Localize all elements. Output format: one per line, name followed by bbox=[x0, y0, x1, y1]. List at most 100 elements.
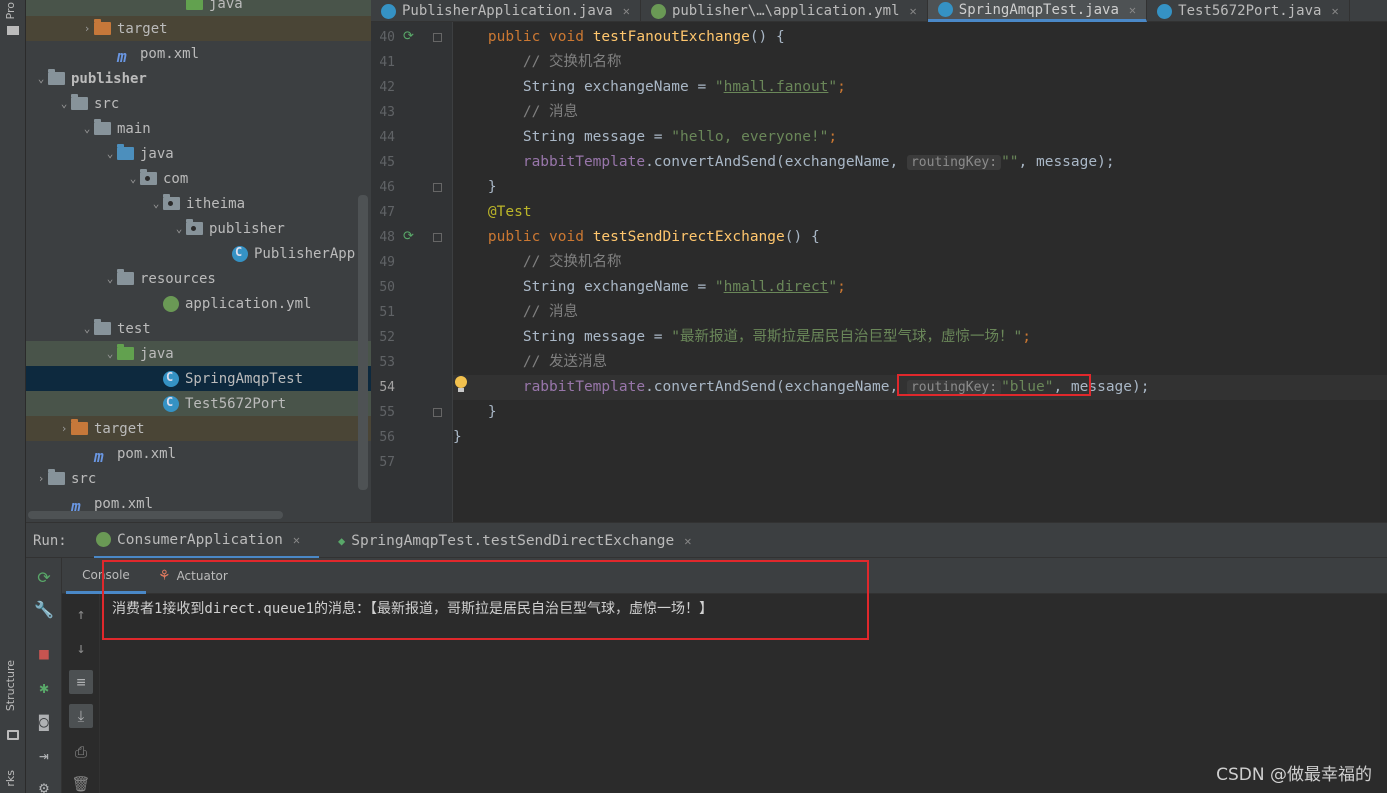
close-icon[interactable]: ✕ bbox=[910, 4, 917, 18]
tree-item[interactable]: ⌄ src bbox=[26, 91, 371, 116]
expand-arrow-icon[interactable]: ⌄ bbox=[103, 272, 117, 285]
code-line-50: String exchangeName = "hmall.direct"; bbox=[522, 279, 846, 295]
tree-scrollbar[interactable] bbox=[358, 195, 368, 490]
tree-item[interactable]: ⌄ main bbox=[26, 116, 371, 141]
close-icon[interactable]: ✕ bbox=[1331, 4, 1338, 18]
run-tab-consumer-application[interactable]: ConsumerApplication ✕ bbox=[94, 523, 319, 559]
tree-item[interactable]: m pom.xml bbox=[26, 441, 371, 467]
tree-item[interactable]: ⌄ itheima bbox=[26, 191, 371, 216]
expand-arrow-icon[interactable]: › bbox=[57, 422, 71, 435]
trash-icon[interactable]: 🗑 bbox=[69, 772, 93, 793]
tree-item-label: application.yml bbox=[185, 295, 312, 312]
folder-icon bbox=[186, 219, 203, 235]
code-line-43: // 消息 bbox=[522, 104, 579, 120]
editor-tab[interactable]: PublisherApplication.java ✕ bbox=[371, 0, 641, 22]
tree-horizontal-scrollbar[interactable] bbox=[28, 511, 283, 519]
rerun-icon[interactable]: ⟳ bbox=[34, 568, 54, 588]
editor-tab[interactable]: SpringAmqpTest.java ✕ bbox=[927, 0, 1148, 22]
expand-arrow-icon[interactable]: ⌄ bbox=[149, 197, 163, 210]
line-number: 56 bbox=[379, 430, 395, 445]
debug-bug-icon[interactable]: ✱ bbox=[34, 678, 54, 698]
tree-item[interactable]: › src bbox=[26, 466, 371, 491]
close-icon[interactable]: ✕ bbox=[684, 534, 691, 548]
run-test-icon[interactable]: ⟳ bbox=[403, 229, 417, 244]
folder-icon bbox=[117, 344, 134, 360]
project-icon[interactable] bbox=[7, 26, 19, 35]
expand-arrow-icon[interactable]: › bbox=[80, 22, 94, 35]
test-run-icon: ◆ bbox=[338, 534, 346, 548]
folder-icon bbox=[117, 144, 134, 160]
expand-arrow-icon[interactable]: ⌄ bbox=[172, 222, 186, 235]
tree-item[interactable]: ⌄ com bbox=[26, 166, 371, 191]
scroll-down-icon[interactable]: ↓ bbox=[69, 636, 93, 660]
project-tool-label[interactable]: Pro bbox=[4, 2, 17, 19]
maven-icon: m bbox=[71, 497, 81, 516]
expand-arrow-icon[interactable]: ⌄ bbox=[57, 97, 71, 110]
folder-icon bbox=[94, 19, 111, 35]
expand-arrow-icon[interactable]: ⌄ bbox=[103, 147, 117, 160]
tree-item-label: pom.xml bbox=[140, 45, 200, 62]
exit-icon[interactable]: ⇥ bbox=[34, 746, 54, 766]
run-test-icon[interactable]: ⟳ bbox=[403, 29, 417, 44]
tree-item[interactable]: java bbox=[26, 0, 371, 16]
maven-icon: m bbox=[94, 447, 104, 466]
fold-marker-icon[interactable] bbox=[433, 233, 442, 242]
lightbulb-icon[interactable] bbox=[454, 376, 468, 394]
structure-tool-label[interactable]: Structure bbox=[4, 660, 17, 711]
code-line-56: } bbox=[453, 429, 462, 445]
fold-marker-icon[interactable] bbox=[433, 183, 442, 192]
tree-item[interactable]: ⌄ java bbox=[26, 141, 371, 166]
tree-item[interactable]: Test5672Port bbox=[26, 391, 371, 416]
editor-tab[interactable]: publisher\…\application.yml ✕ bbox=[641, 0, 928, 22]
run-tab-spring-amqp-test[interactable]: ◆ SpringAmqpTest.testSendDirectExchange … bbox=[338, 523, 691, 559]
tree-item[interactable]: › target bbox=[26, 416, 371, 441]
wrench-icon[interactable]: 🔧 bbox=[34, 600, 54, 620]
console-highlight bbox=[102, 560, 869, 640]
soft-wrap-icon[interactable]: ≡ bbox=[69, 670, 93, 694]
tree-item[interactable]: ⌄ publisher bbox=[26, 66, 371, 91]
scroll-to-end-icon[interactable]: ⤓ bbox=[69, 704, 93, 728]
line-number: 41 bbox=[379, 55, 395, 70]
java-class-icon bbox=[381, 3, 396, 19]
folder-icon bbox=[186, 0, 203, 10]
camera-icon[interactable]: ◙ bbox=[34, 712, 54, 732]
close-icon[interactable]: ✕ bbox=[1129, 3, 1136, 17]
stop-icon[interactable]: ■ bbox=[34, 644, 54, 664]
structure-icon[interactable] bbox=[7, 730, 19, 740]
settings-icon[interactable]: ⚙ bbox=[34, 778, 54, 793]
line-number: 44 bbox=[379, 130, 395, 145]
tree-item[interactable]: ⌄ resources bbox=[26, 266, 371, 291]
watermark: CSDN @做最幸福的 bbox=[1216, 765, 1372, 785]
editor-tab[interactable]: Test5672Port.java ✕ bbox=[1147, 0, 1350, 22]
expand-arrow-icon[interactable]: ⌄ bbox=[126, 172, 140, 185]
bookmarks-tool-label[interactable]: rks bbox=[4, 770, 17, 787]
tree-item-label: resources bbox=[140, 270, 216, 287]
print-icon[interactable]: ⎙ bbox=[69, 740, 93, 764]
expand-arrow-icon[interactable]: ⌄ bbox=[80, 322, 94, 335]
tree-item[interactable]: ⌄ java bbox=[26, 341, 371, 366]
tree-item-label: SpringAmqpTest bbox=[185, 370, 304, 387]
tree-item[interactable]: PublisherApp bbox=[26, 241, 371, 266]
code-line-41: // 交换机名称 bbox=[522, 54, 622, 70]
tree-item[interactable]: SpringAmqpTest bbox=[26, 366, 371, 391]
tree-item[interactable]: › target bbox=[26, 16, 371, 41]
scroll-up-icon[interactable]: ↑ bbox=[69, 602, 93, 626]
fold-marker-icon[interactable] bbox=[433, 33, 442, 42]
expand-arrow-icon[interactable]: ⌄ bbox=[80, 122, 94, 135]
tree-item-label: com bbox=[163, 170, 189, 187]
code-line-51: // 消息 bbox=[522, 304, 579, 320]
expand-arrow-icon[interactable]: › bbox=[34, 472, 48, 485]
tree-item[interactable]: m pom.xml bbox=[26, 41, 371, 67]
code-line-55: } bbox=[487, 404, 497, 420]
tree-item-label: PublisherApp bbox=[254, 245, 356, 262]
tree-item[interactable]: ⌄ test bbox=[26, 316, 371, 341]
line-number: 53 bbox=[379, 355, 395, 370]
tree-item[interactable]: application.yml bbox=[26, 291, 371, 316]
fold-marker-icon[interactable] bbox=[433, 408, 442, 417]
tree-item[interactable]: ⌄ publisher bbox=[26, 216, 371, 241]
expand-arrow-icon[interactable]: ⌄ bbox=[103, 347, 117, 360]
close-icon[interactable]: ✕ bbox=[623, 4, 630, 18]
expand-arrow-icon[interactable]: ⌄ bbox=[34, 72, 48, 85]
code-editor[interactable]: public void testFanoutExchange() { // 交换… bbox=[453, 22, 1387, 522]
close-icon[interactable]: ✕ bbox=[293, 533, 300, 547]
